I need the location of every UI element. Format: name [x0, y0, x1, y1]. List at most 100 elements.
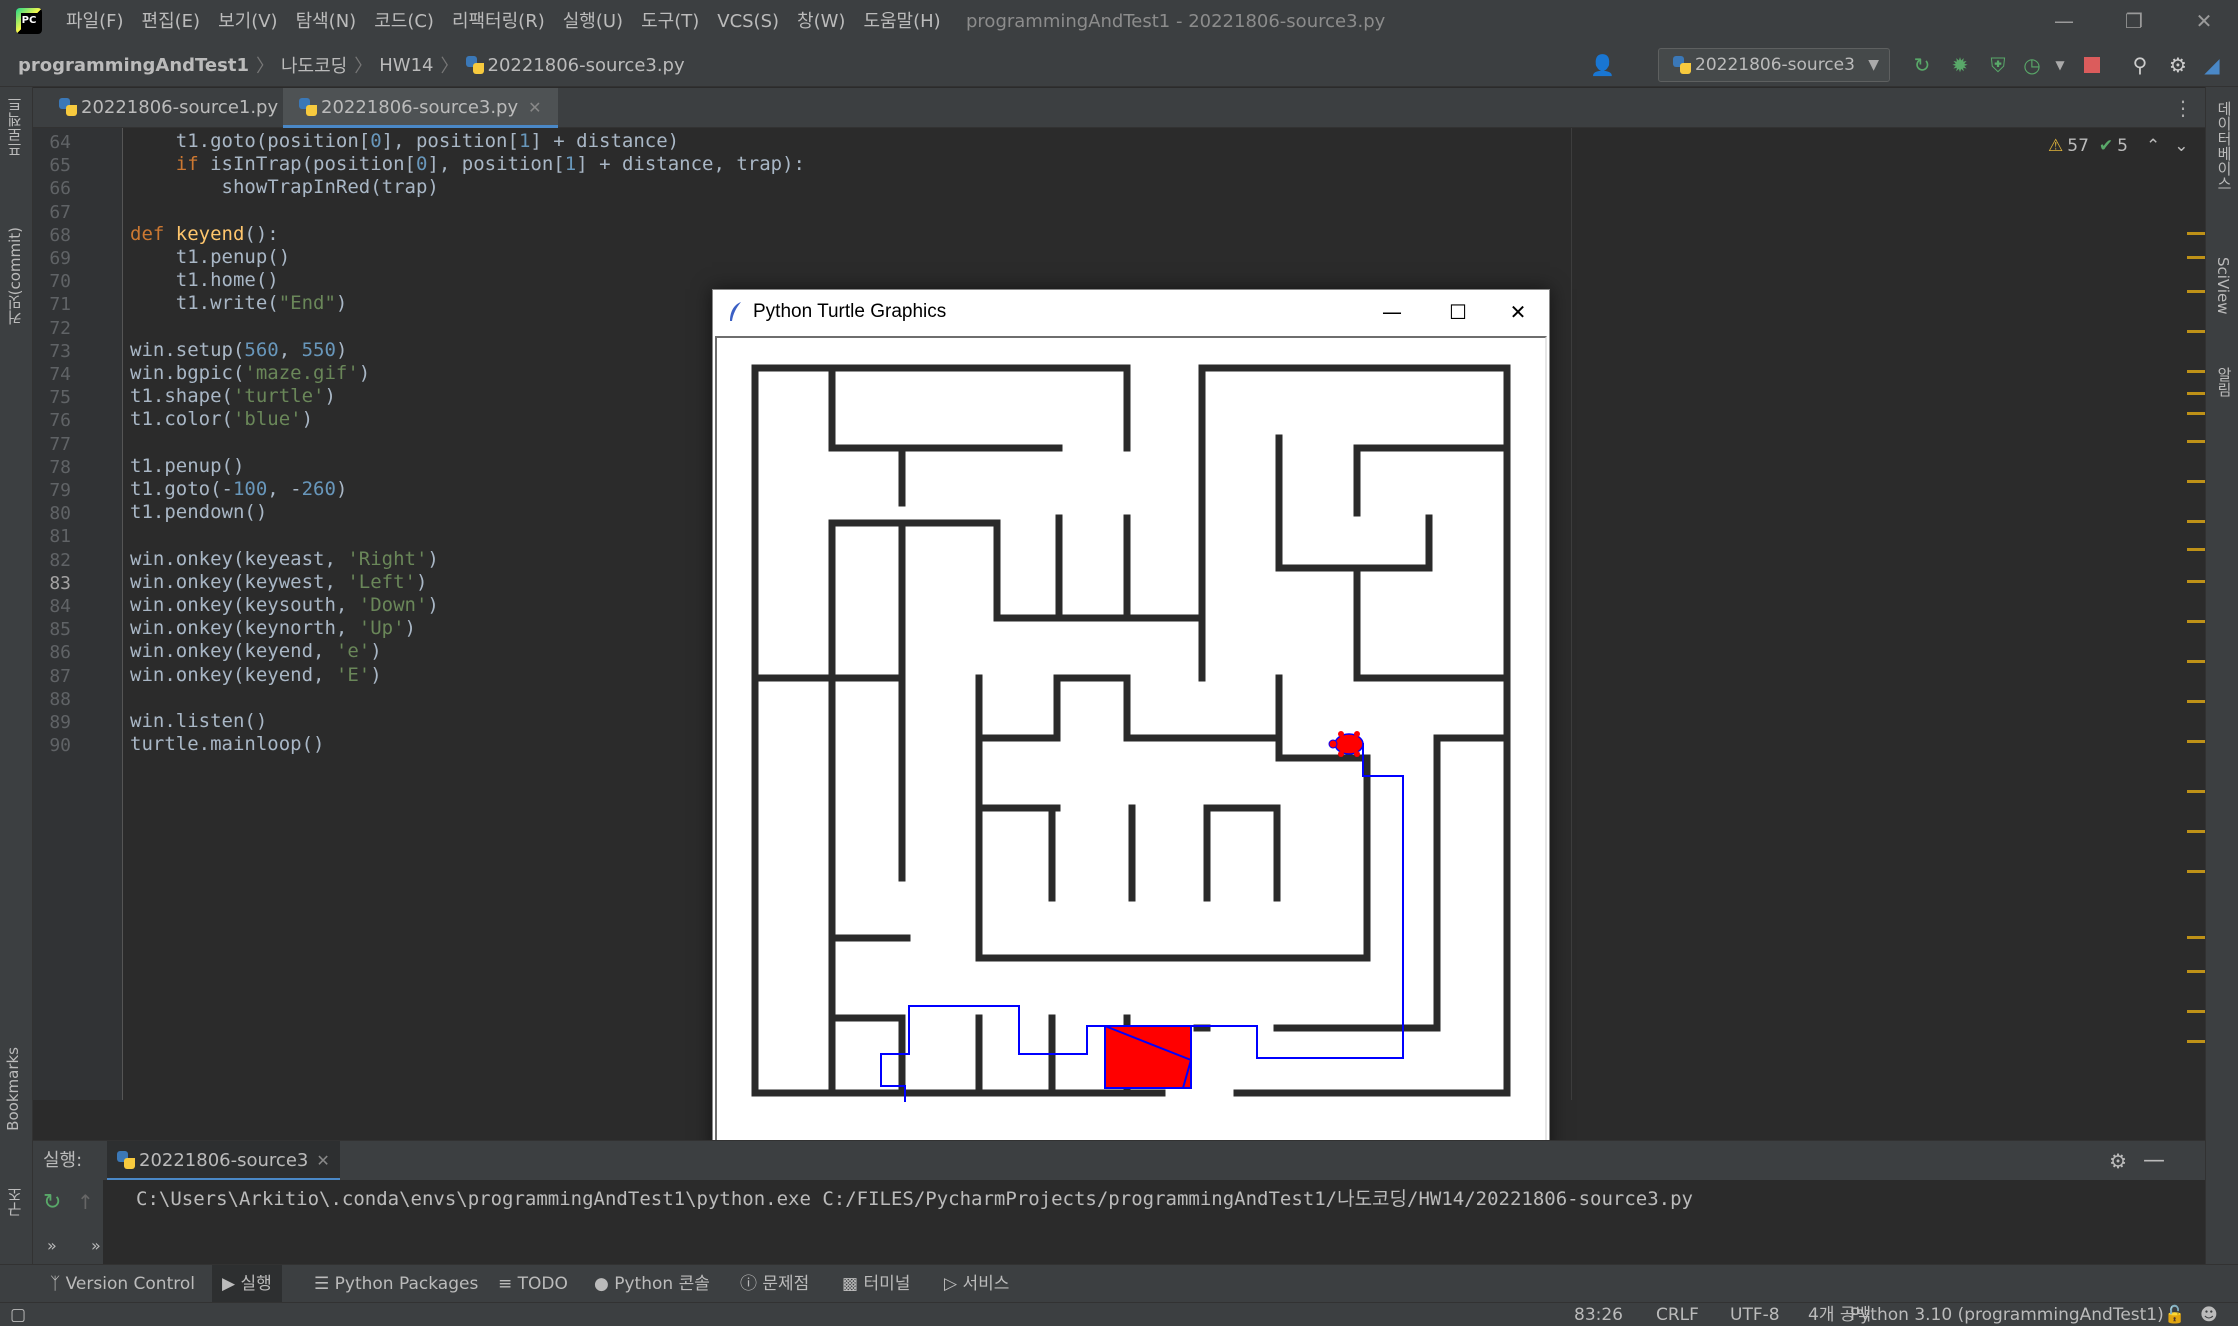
menu-run[interactable]: 실행(U) [563, 0, 623, 43]
project-tool-button[interactable]: 프로젝트 [4, 97, 25, 157]
code-line[interactable]: win.bgpic('maze.gif') [130, 362, 370, 384]
expand-icon-2[interactable]: » [91, 1236, 101, 1255]
close-run-tab-icon[interactable]: ✕ [316, 1151, 329, 1170]
next-highlight-icon[interactable]: ⌄ [2174, 136, 2188, 156]
error-stripe-mark[interactable] [2187, 370, 2205, 373]
error-stripe-mark[interactable] [2187, 1010, 2205, 1013]
turtle-minimize-button[interactable]: — [1359, 290, 1425, 334]
error-stripe-mark[interactable] [2187, 970, 2205, 973]
error-stripe-mark[interactable] [2187, 520, 2205, 523]
code-line[interactable]: win.onkey(keysouth, 'Down') [130, 594, 439, 616]
turtle-window-titlebar[interactable]: Python Turtle Graphics — ☐ ✕ [713, 290, 1549, 334]
breadcrumb-file[interactable]: 20221806-source3.py [488, 55, 685, 76]
code-line[interactable]: if isInTrap(position[0], position[1] + d… [130, 153, 805, 175]
error-stripe-mark[interactable] [2187, 580, 2205, 583]
menu-refactor[interactable]: 리팩터링(R) [452, 0, 545, 43]
commit-tool-button[interactable]: 커밋(commit) [4, 227, 25, 325]
code-line[interactable]: win.onkey(keyend, 'e') [130, 640, 382, 662]
error-stripe-mark[interactable] [2187, 330, 2205, 333]
error-stripe-mark[interactable] [2187, 548, 2205, 551]
menu-vcs[interactable]: VCS(S) [717, 0, 779, 43]
more-tabs-icon[interactable]: ⋮ [2173, 88, 2193, 128]
code-line[interactable]: turtle.mainloop() [130, 733, 324, 755]
hide-panel-icon[interactable]: — [2143, 1141, 2165, 1181]
previous-highlight-icon[interactable]: ⌃ [2146, 136, 2160, 156]
error-stripe-mark[interactable] [2187, 870, 2205, 873]
database-tool-button[interactable]: 데이터베이스 [2214, 101, 2235, 191]
lock-icon[interactable]: 🔓 [2164, 1303, 2185, 1326]
coverage-icon[interactable]: ⛨ [1986, 53, 2010, 77]
error-stripe-mark[interactable] [2187, 936, 2205, 939]
tab-source3[interactable]: 20221806-source3.py ✕ [283, 88, 558, 128]
close-tab-icon[interactable]: ✕ [528, 98, 541, 117]
error-stripe-mark[interactable] [2187, 620, 2205, 623]
breadcrumb-folder[interactable]: 나도코딩 [281, 52, 347, 78]
ide-status-icon[interactable]: ☻ [2200, 1303, 2218, 1326]
code-line[interactable]: t1.color('blue') [130, 408, 313, 430]
stop-icon[interactable] [2080, 53, 2104, 77]
error-stripe-mark[interactable] [2187, 700, 2205, 703]
error-stripe-mark[interactable] [2187, 480, 2205, 483]
code-line[interactable]: win.setup(560, 550) [130, 339, 347, 361]
error-stripe-mark[interactable] [2187, 740, 2205, 743]
minimize-button[interactable]: — [2034, 0, 2094, 43]
restore-button[interactable]: ❐ [2104, 0, 2164, 43]
code-line[interactable]: t1.write("End") [130, 292, 348, 314]
code-line[interactable]: t1.goto(-100, -260) [130, 478, 347, 500]
code-line[interactable]: win.onkey(keynorth, 'Up') [130, 617, 416, 639]
code-line[interactable]: win.onkey(keywest, 'Left') [130, 571, 427, 593]
menu-code[interactable]: 코드(C) [374, 0, 434, 43]
error-stripe-mark[interactable] [2187, 232, 2205, 235]
search-icon[interactable]: ⚲ [2128, 53, 2152, 77]
debug-icon[interactable]: ✹ [1948, 53, 1972, 77]
menu-help[interactable]: 도움말(H) [863, 0, 940, 43]
menu-navigate[interactable]: 탐색(N) [296, 0, 357, 43]
sciview-tool-button[interactable]: SciView [2214, 257, 2232, 315]
code-line[interactable]: t1.shape('turtle') [130, 385, 336, 407]
user-icon[interactable]: 👤 [1590, 53, 1615, 77]
menu-file[interactable]: 파일(F) [66, 0, 124, 43]
tool-services[interactable]: ▷ 서비스 [934, 1265, 1019, 1303]
code-line[interactable]: def keyend(): [130, 223, 279, 245]
profile-icon[interactable]: ◷ [2020, 53, 2044, 77]
gear-icon[interactable]: ⚙ [2166, 53, 2190, 77]
up-arrow-icon[interactable]: ↑ [77, 1190, 94, 1214]
code-line[interactable]: win.onkey(keyeast, 'Right') [130, 548, 439, 570]
menu-edit[interactable]: 편집(E) [142, 0, 201, 43]
error-stripe-mark[interactable] [2187, 830, 2205, 833]
bookmarks-tool-button[interactable]: Bookmarks [4, 1047, 22, 1131]
error-stripe-mark[interactable] [2187, 1040, 2205, 1043]
notifications-tool-button[interactable]: 알림 [2214, 367, 2235, 397]
error-stripe-mark[interactable] [2187, 412, 2205, 415]
code-line[interactable]: t1.home() [130, 269, 279, 291]
tool-todo[interactable]: ≡ TODO [488, 1265, 578, 1303]
rerun-icon[interactable]: ↻ [43, 1190, 61, 1215]
error-stripe-mark[interactable] [2187, 290, 2205, 293]
gear-icon[interactable]: ⚙ [2109, 1141, 2127, 1181]
caret-position[interactable]: 83:26 [1574, 1303, 1623, 1326]
inspection-widget[interactable]: ⚠ 57 ✔ 5 ⌃ ⌄ [2048, 136, 2188, 156]
error-stripe-mark[interactable] [2187, 790, 2205, 793]
turtle-maximize-button[interactable]: ☐ [1425, 290, 1491, 334]
error-stripe-mark[interactable] [2187, 660, 2205, 663]
file-encoding[interactable]: UTF-8 [1730, 1303, 1780, 1326]
line-separator[interactable]: CRLF [1656, 1303, 1699, 1326]
panel-toggle-icon[interactable]: ▢ [10, 1303, 26, 1326]
close-button[interactable]: ✕ [2174, 0, 2234, 43]
more-run-chevron-icon[interactable]: ▼ [2048, 53, 2072, 77]
run-tab[interactable]: 20221806-source3 ✕ [107, 1141, 340, 1181]
tool-run[interactable]: ▶ 실행 [212, 1265, 282, 1303]
error-stripe-mark[interactable] [2187, 392, 2205, 395]
code-line[interactable]: t1.pendown() [130, 501, 267, 523]
error-stripe-mark[interactable] [2187, 440, 2205, 443]
code-with-me-icon[interactable]: ◢ [2200, 53, 2224, 77]
structure-tool-button[interactable]: 구조 [4, 1187, 25, 1217]
turtle-canvas[interactable] [715, 336, 1547, 1156]
code-line[interactable]: win.listen() [130, 710, 267, 732]
code-line[interactable]: t1.goto(position[0], position[1] + dista… [130, 130, 679, 152]
tool-version-control[interactable]: ᛉ Version Control [40, 1265, 205, 1303]
code-line[interactable]: win.onkey(keyend, 'E') [130, 664, 382, 686]
tool-python-console[interactable]: ● Python 콘솔 [584, 1265, 720, 1303]
code-line[interactable]: t1.penup() [130, 455, 244, 477]
menu-tools[interactable]: 도구(T) [641, 0, 699, 43]
